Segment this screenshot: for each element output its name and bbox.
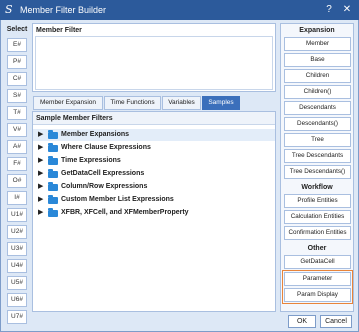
tree-descendants-func-button[interactable]: Tree Descendants() [284,165,351,179]
workflow-title: Workflow [301,184,333,191]
folder-icon [48,130,58,139]
folder-icon [48,182,58,191]
expand-arrow-icon[interactable]: ▶ [38,209,43,217]
select-ud2-button[interactable]: U2# [7,225,27,239]
select-ud5-button[interactable]: U5# [7,276,27,290]
tree-item-column-row[interactable]: ▶ Column/Row Expressions [33,181,275,193]
select-scenario-button[interactable]: S# [7,89,27,103]
tree-descendants-button[interactable]: Tree Descendants [284,149,351,163]
select-view-button[interactable]: V# [7,123,27,137]
select-ud3-button[interactable]: U3# [7,242,27,256]
cancel-button[interactable]: Cancel [320,315,352,328]
folder-icon [48,169,58,178]
folder-icon [48,143,58,152]
expand-arrow-icon[interactable]: ▶ [38,144,43,152]
member-filter-label: Member Filter [36,27,82,34]
sample-filters-panel: Sample Member Filters ▶ Member Expansion… [32,111,276,312]
calculation-entities-button[interactable]: Calculation Entities [284,210,351,224]
member-button[interactable]: Member [284,37,351,51]
tree-item-label: XFBR, XFCell, and XFMemberProperty [61,209,189,216]
tree-item-label: Column/Row Expressions [61,183,148,190]
select-origin-button[interactable]: O# [7,174,27,188]
window-title: Member Filter Builder [20,5,107,15]
expand-arrow-icon[interactable]: ▶ [38,170,43,178]
children-button[interactable]: Children [284,69,351,83]
tab-samples[interactable]: Samples [202,96,240,110]
profile-entities-button[interactable]: Profile Entities [284,194,351,208]
title-bar: S Member Filter Builder ? ✕ [0,0,359,20]
expand-arrow-icon[interactable]: ▶ [38,183,43,191]
tree-item-time-expressions[interactable]: ▶ Time Expressions [33,155,275,167]
select-ud1-button[interactable]: U1# [7,208,27,222]
tree-item-where-clause[interactable]: ▶ Where Clause Expressions [33,142,275,154]
descendants-button[interactable]: Descendants [284,101,351,115]
ok-button[interactable]: OK [288,315,316,328]
select-ud6-button[interactable]: U6# [7,293,27,307]
select-account-button[interactable]: A# [7,140,27,154]
select-ic-button[interactable]: I# [7,191,27,205]
sample-filters-title: Sample Member Filters [36,115,113,122]
tab-variables[interactable]: Variables [162,96,201,110]
parameter-button[interactable]: Parameter [284,272,351,286]
tree-item-getdatacell[interactable]: ▶ GetDataCell Expressions [33,168,275,180]
select-consolidation-button[interactable]: C# [7,72,27,86]
getdatacell-button[interactable]: GetDataCell [284,255,351,269]
select-ud4-button[interactable]: U4# [7,259,27,273]
tree-item-label: Member Expansions [61,131,130,138]
expand-arrow-icon[interactable]: ▶ [38,196,43,204]
sample-filters-header: Sample Member Filters [33,112,275,125]
folder-icon [48,156,58,165]
help-button[interactable]: ? [322,3,336,17]
function-panel: Expansion Member Base Children Children(… [280,23,354,312]
tab-member-expansion[interactable]: Member Expansion [33,96,103,110]
folder-icon [48,208,58,217]
select-time-button[interactable]: T# [7,106,27,120]
expansion-title: Expansion [299,27,335,34]
tree-item-label: GetDataCell Expressions [61,170,145,177]
app-script-icon: S [5,3,13,16]
other-title: Other [307,245,327,252]
children-func-button[interactable]: Children() [284,85,351,99]
select-ud7-button[interactable]: U7# [7,310,27,324]
select-entity-button[interactable]: E# [7,38,27,52]
tree-item-custom-member-list[interactable]: ▶ Custom Member List Expressions [33,194,275,206]
select-column: Select E# P# C# S# T# V# A# F# O# I# U1#… [5,25,29,332]
tree-item-member-expansions[interactable]: ▶ Member Expansions [33,129,275,141]
select-parent-button[interactable]: P# [7,55,27,69]
expand-arrow-icon[interactable]: ▶ [38,157,43,165]
select-title: Select [6,26,28,33]
select-flow-button[interactable]: F# [7,157,27,171]
expand-arrow-icon[interactable]: ▶ [38,131,43,139]
tree-button[interactable]: Tree [284,133,351,147]
tab-time-functions[interactable]: Time Functions [104,96,161,110]
member-filter-input[interactable] [35,36,273,90]
tree-item-label: Custom Member List Expressions [61,196,174,203]
member-filter-panel: Member Filter [32,23,276,92]
tree-item-label: Time Expressions [61,157,121,164]
descendants-func-button[interactable]: Descendants() [284,117,351,131]
tree-item-label: Where Clause Expressions [61,144,151,151]
confirmation-entities-button[interactable]: Confirmation Entities [284,226,351,240]
tree-item-xfbr[interactable]: ▶ XFBR, XFCell, and XFMemberProperty [33,207,275,219]
close-button[interactable]: ✕ [340,3,354,17]
base-button[interactable]: Base [284,53,351,67]
folder-icon [48,195,58,204]
param-display-button[interactable]: Param Display [284,288,351,302]
